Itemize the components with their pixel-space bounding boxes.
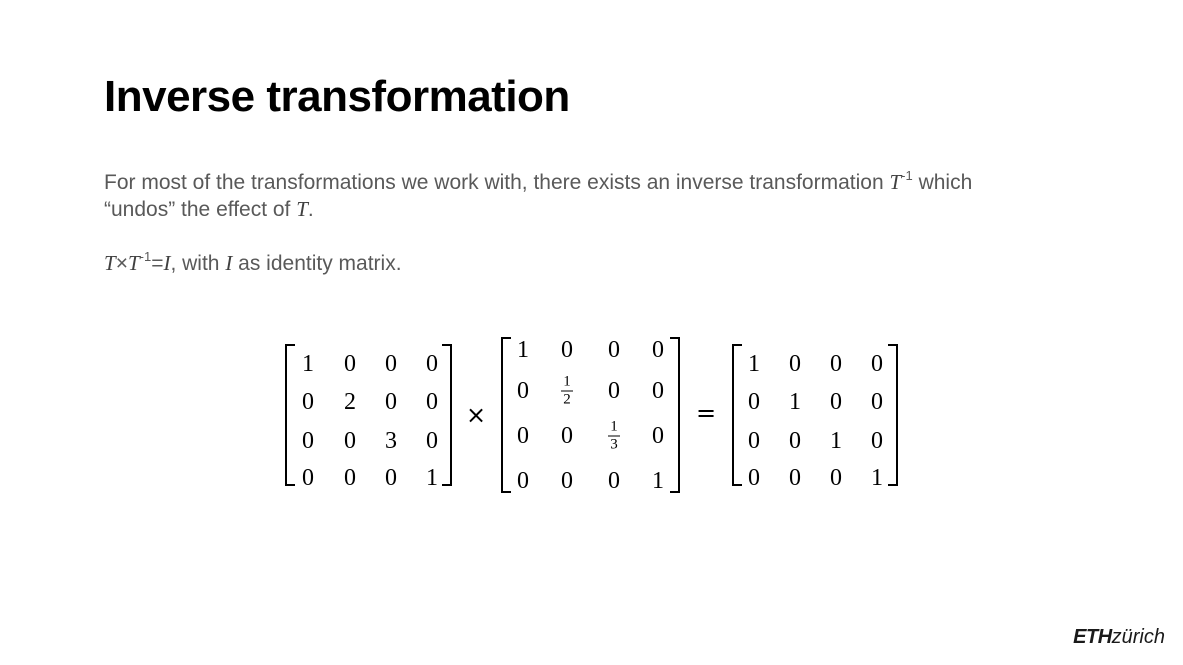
symbol-t: T — [889, 170, 902, 194]
matrix-fraction: 12 — [561, 373, 573, 408]
intro-text-c: “undos” the effect of — [104, 198, 297, 221]
fraction-denominator: 3 — [610, 436, 618, 453]
matrix-cell: 1 — [302, 351, 314, 377]
fraction-numerator: 1 — [563, 373, 571, 390]
matrix-c: 1 0 0 0 0 1 0 0 0 0 1 0 0 0 0 1 — [732, 344, 898, 490]
matrix-cell: 0 — [517, 423, 529, 449]
equals-operator: = — [695, 399, 717, 427]
matrix-cell: 0 — [748, 428, 760, 454]
logo-eth: ETH — [1073, 626, 1112, 648]
eth-zurich-logo: ETHzürich — [1073, 626, 1165, 649]
identity-text-mid: , with — [170, 252, 226, 275]
matrix-equation: 1000020000300001 × 100001200001300001 = … — [282, 337, 922, 497]
matrix-a: 1 0 0 0 0 2 0 0 0 0 3 0 0 0 0 1 — [285, 344, 452, 490]
matrix-cell: 0 — [748, 465, 760, 491]
identity-paragraph: T×T-1=I, with I as identity matrix. — [104, 243, 402, 277]
matrix-cell: 0 — [302, 389, 314, 415]
matrix-cell: 0 — [652, 423, 664, 449]
matrix-cell: 0 — [608, 337, 620, 363]
matrix-cell: 0 — [652, 378, 664, 404]
matrix-cell: 0 — [608, 468, 620, 494]
matrix-cell: 1 — [830, 428, 842, 454]
matrix-cell: 0 — [789, 428, 801, 454]
intro-paragraph: For most of the transformations we work … — [104, 162, 1104, 223]
matrix-cell: 0 — [385, 389, 397, 415]
logo-zurich: zürich — [1111, 626, 1165, 648]
matrix-cell: 0 — [830, 351, 842, 377]
matrix-cell: 1 — [871, 465, 883, 491]
slide-title: Inverse transformation — [104, 72, 570, 121]
matrix-cell: 0 — [748, 389, 760, 415]
matrix-cell: 0 — [871, 389, 883, 415]
matrix-cell: 1 — [748, 351, 760, 377]
matrix-cell: 0 — [789, 351, 801, 377]
matrix-cell: 0 — [426, 428, 438, 454]
matrix-cell: 0 — [344, 428, 356, 454]
intro-text-b: which — [912, 171, 973, 194]
matrix-cell: 1 — [426, 465, 438, 491]
times-operator: × — [465, 401, 487, 429]
matrix-cell: 0 — [830, 465, 842, 491]
matrix-cell: 0 — [344, 351, 356, 377]
times-symbol: × — [115, 252, 128, 275]
intro-text-end: . — [307, 198, 314, 221]
matrix-fraction: 13 — [608, 418, 620, 453]
fraction-denominator: 2 — [563, 391, 571, 408]
symbol-t: T — [104, 251, 116, 275]
matrix-cell: 0 — [426, 389, 438, 415]
matrix-cell: 0 — [561, 423, 573, 449]
intro-text-a: For most of the transformations we work … — [104, 171, 890, 194]
matrix-cell: 3 — [385, 428, 397, 454]
matrix-cell: 0 — [517, 378, 529, 404]
matrix-cell: 0 — [608, 378, 620, 404]
matrix-cell: 0 — [385, 351, 397, 377]
matrix-cell: 0 — [517, 468, 529, 494]
symbol-t-2: T — [296, 197, 308, 221]
matrix-cell: 1 — [789, 389, 801, 415]
fraction-numerator: 1 — [610, 418, 618, 435]
matrix-cell: 1 — [652, 468, 664, 494]
identity-text-end: as identity matrix. — [232, 252, 402, 275]
matrix-cell: 0 — [561, 468, 573, 494]
matrix-cell: 0 — [871, 428, 883, 454]
matrix-cell: 0 — [652, 337, 664, 363]
matrix-cell: 0 — [871, 351, 883, 377]
equals-symbol: = — [151, 252, 164, 275]
matrix-cell: 0 — [302, 428, 314, 454]
symbol-t-2: T — [127, 251, 140, 275]
matrix-cell: 1 — [517, 337, 529, 363]
matrix-b: 100001200001300001 — [501, 337, 680, 493]
matrix-cell: 0 — [426, 351, 438, 377]
matrix-cell: 0 — [302, 465, 314, 491]
matrix-cell: 0 — [385, 465, 397, 491]
matrix-cell: 0 — [344, 465, 356, 491]
matrix-cell: 0 — [789, 465, 801, 491]
matrix-cell: 0 — [830, 389, 842, 415]
matrix-cell: 2 — [344, 389, 356, 415]
matrix-cell: 0 — [561, 337, 573, 363]
superscript-inverse: -1 — [139, 249, 152, 264]
superscript-inverse: -1 — [901, 168, 913, 183]
